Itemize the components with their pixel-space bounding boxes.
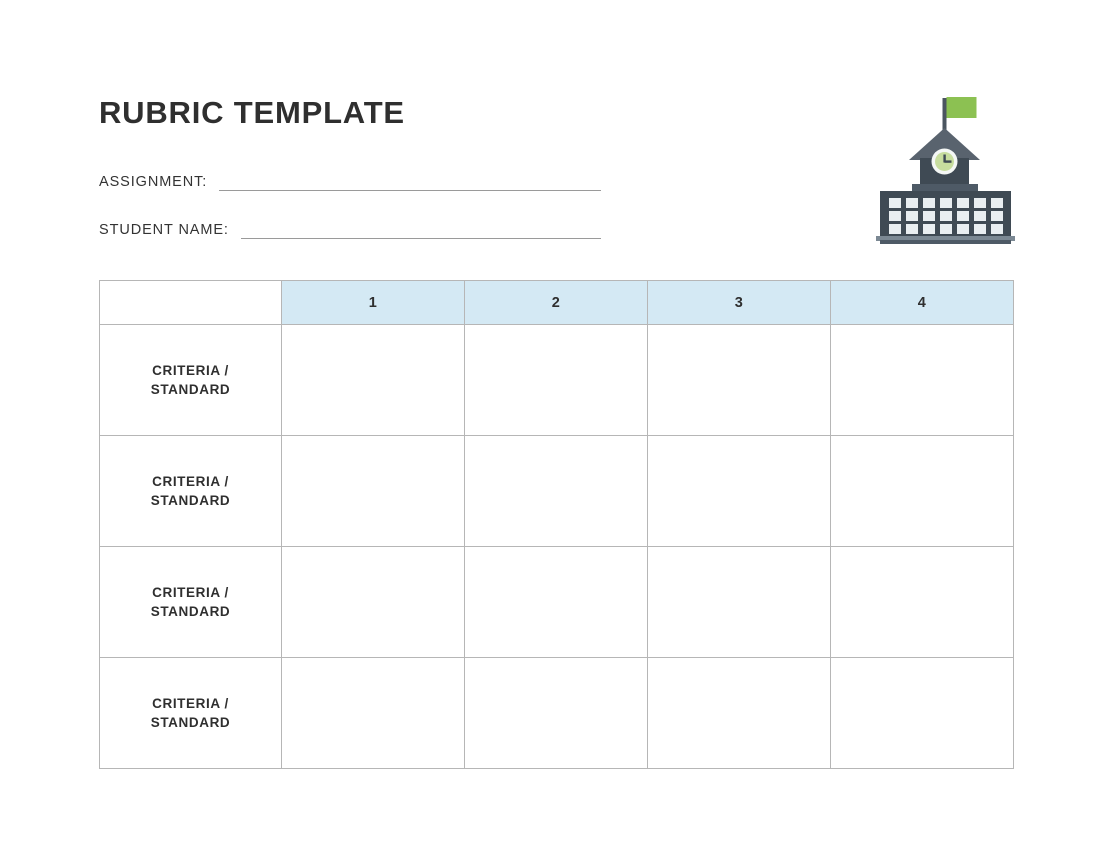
score-cell-1[interactable] [281,657,465,769]
score-cell-1[interactable] [281,324,465,436]
table-header-score-3: 3 [647,280,831,325]
score-cell-2[interactable] [464,435,648,547]
table-header-score-2: 2 [464,280,648,325]
criteria-cell[interactable]: CRITERIA / STANDARD [99,546,282,658]
rubric-table: 1 2 3 4 CRITERIA / STANDARD CRITERIA / S… [99,280,1014,769]
criteria-label: CRITERIA / STANDARD [150,584,231,619]
score-cell-4[interactable] [830,546,1014,658]
building-base-icon [880,240,1011,244]
student-name-label: STUDENT NAME: [99,222,229,239]
table-row: CRITERIA / STANDARD [99,324,1014,436]
table-row: CRITERIA / STANDARD [99,657,1014,769]
table-row: CRITERIA / STANDARD [99,435,1014,547]
criteria-label: CRITERIA / STANDARD [150,695,231,730]
score-cell-4[interactable] [830,435,1014,547]
score-cell-2[interactable] [464,657,648,769]
score-cell-4[interactable] [830,324,1014,436]
criteria-label: CRITERIA / STANDARD [150,362,231,397]
score-cell-3[interactable] [647,435,831,547]
table-header-score-4: 4 [830,280,1014,325]
building-windows-icon [889,198,1003,234]
criteria-cell[interactable]: CRITERIA / STANDARD [99,657,282,769]
assignment-input-line[interactable] [219,172,602,192]
score-cell-2[interactable] [464,324,648,436]
score-cell-3[interactable] [647,657,831,769]
flag-icon [946,97,977,118]
clock-hand-hour-icon [944,160,952,163]
criteria-cell[interactable]: CRITERIA / STANDARD [99,324,282,436]
assignment-label: ASSIGNMENT: [99,174,208,191]
table-header-score-1: 1 [281,280,465,325]
document-page: RUBRIC TEMPLATE ASSIGNMENT: STUDENT NAME… [0,0,1112,858]
score-cell-1[interactable] [281,435,465,547]
score-cell-1[interactable] [281,546,465,658]
score-cell-2[interactable] [464,546,648,658]
score-cell-3[interactable] [647,546,831,658]
criteria-label: CRITERIA / STANDARD [150,473,231,508]
belfry-cornice-icon [912,184,978,192]
score-cell-3[interactable] [647,324,831,436]
criteria-cell[interactable]: CRITERIA / STANDARD [99,435,282,547]
table-header-row: 1 2 3 4 [99,280,1014,325]
student-name-input-line[interactable] [240,220,601,240]
score-cell-4[interactable] [830,657,1014,769]
table-header-corner [99,280,282,325]
school-building-icon [868,88,1024,246]
table-row: CRITERIA / STANDARD [99,546,1014,658]
